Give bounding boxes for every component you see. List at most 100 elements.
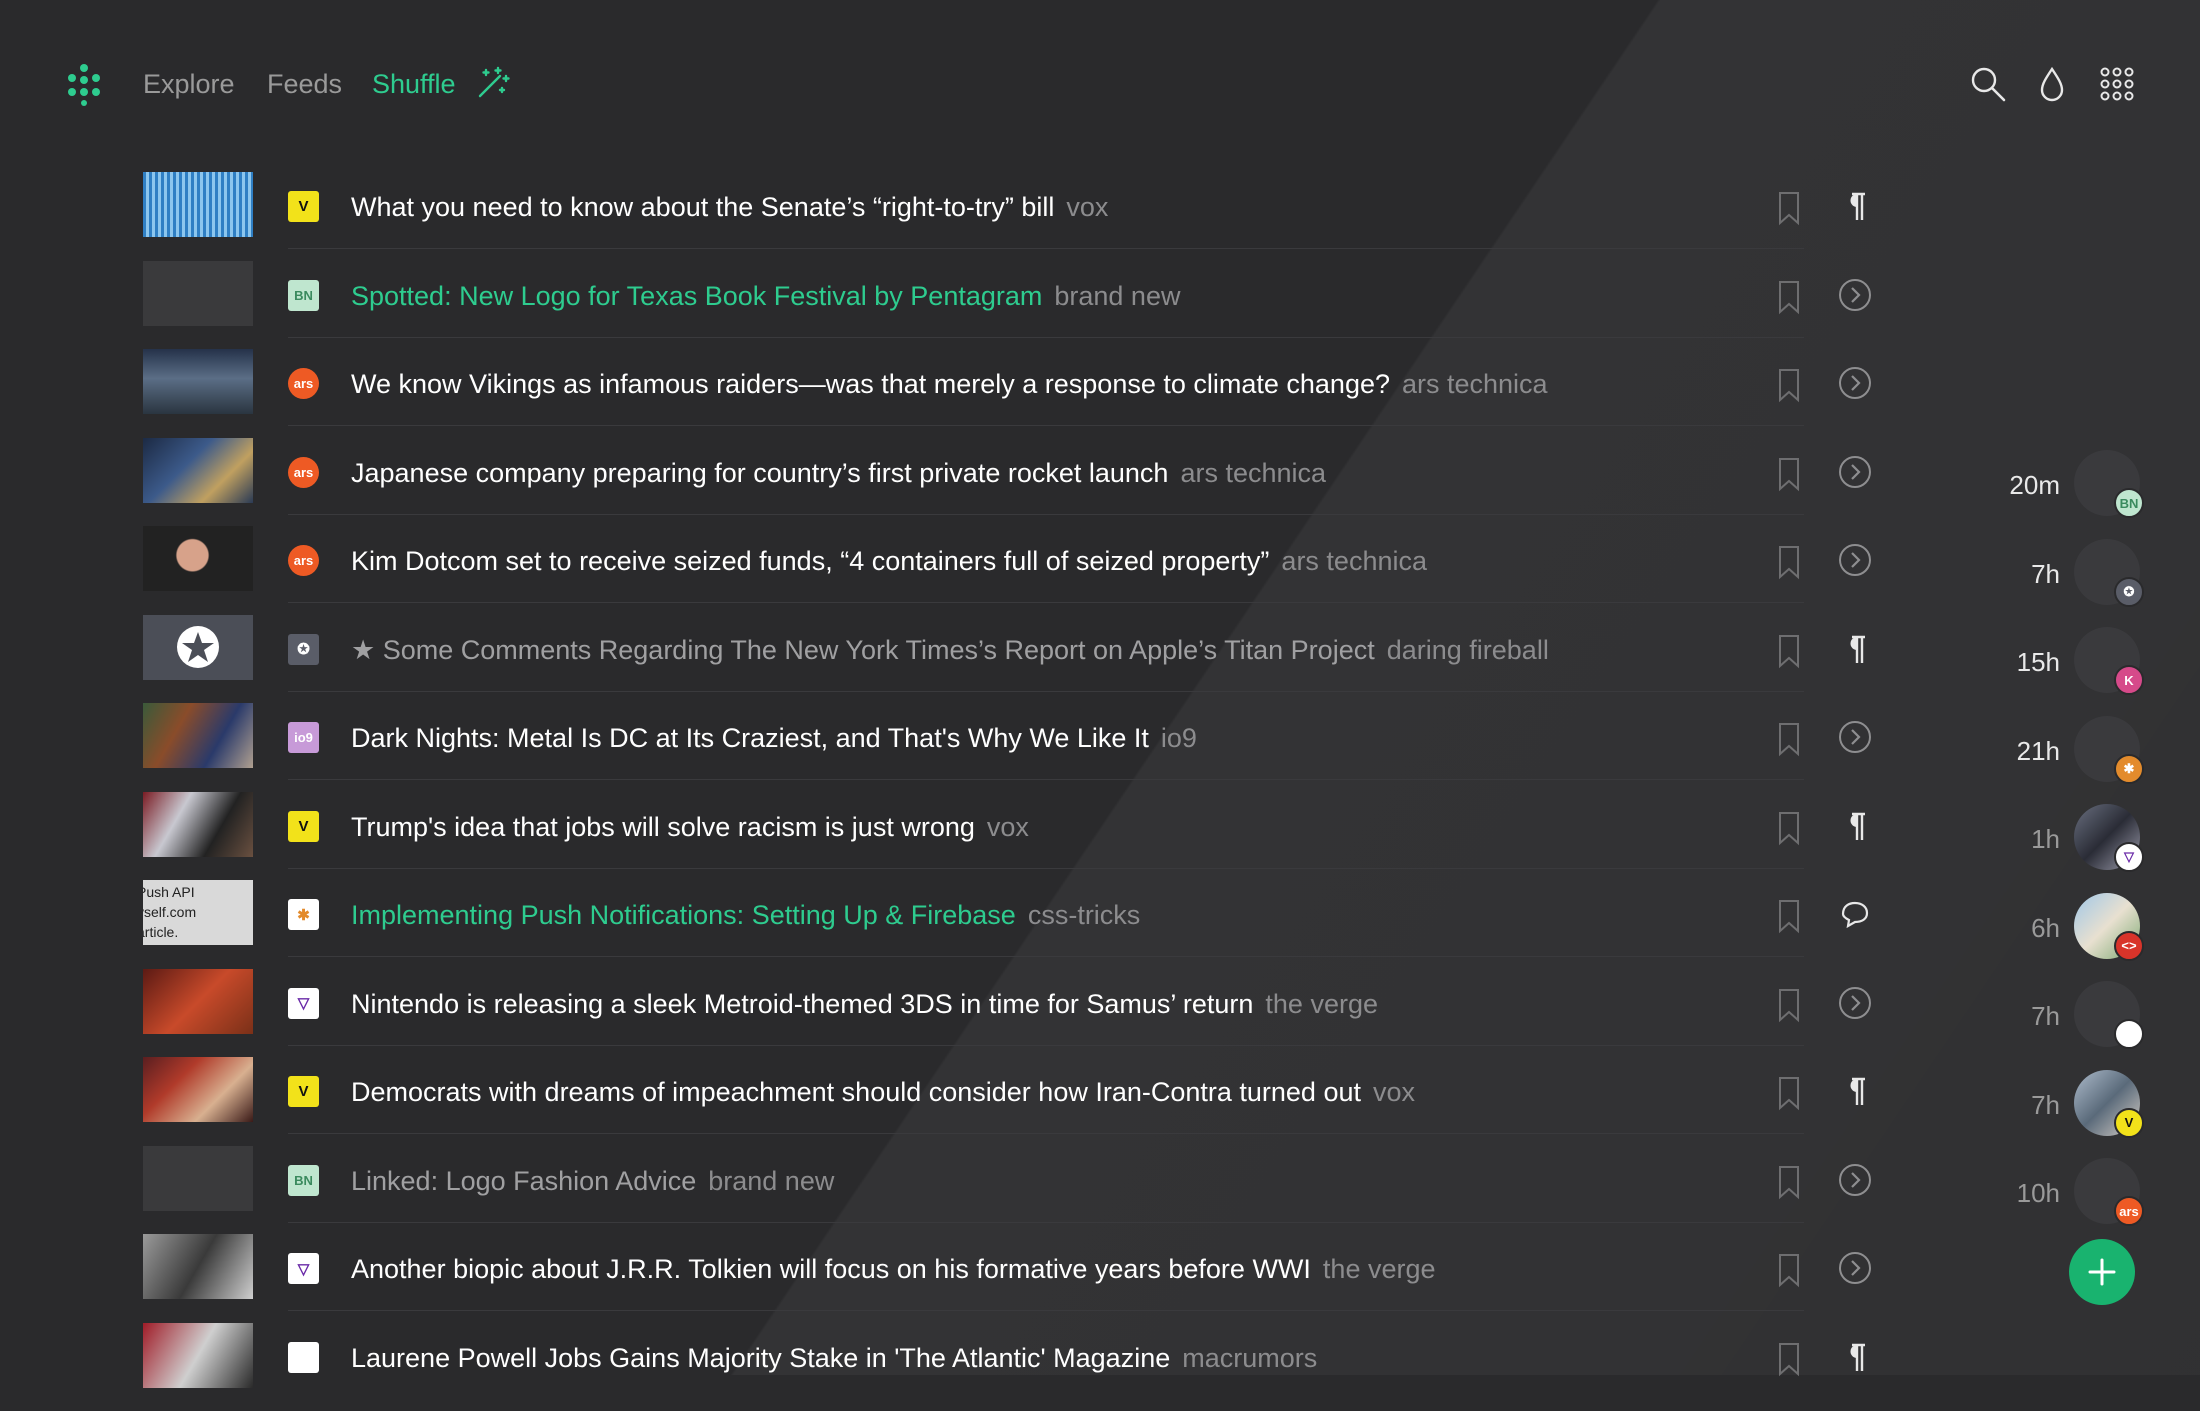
article-title[interactable]: ★ Some Comments Regarding The New York T… [351, 632, 1549, 668]
article-title[interactable]: Another biopic about J.R.R. Tolkien will… [351, 1251, 1436, 1287]
article-title[interactable]: Dark Nights: Metal Is DC at Its Craziest… [351, 720, 1197, 756]
article-thumbnail[interactable] [143, 1146, 253, 1211]
recent-item[interactable]: 21h✱ [1960, 716, 2140, 786]
article-title[interactable]: Laurene Powell Jobs Gains Majority Stake… [351, 1340, 1317, 1376]
arrow-circle-icon[interactable] [1837, 1162, 1873, 1198]
article-title[interactable]: Implementing Push Notifications: Setting… [351, 897, 1140, 933]
paragraph-icon[interactable] [1837, 1339, 1873, 1375]
article-title[interactable]: Japanese company preparing for country’s… [351, 455, 1326, 491]
source-badge: K [2114, 665, 2144, 695]
avatar[interactable]: V [2074, 1070, 2140, 1136]
recent-item[interactable]: 10hars [1960, 1158, 2140, 1228]
article-row[interactable]: arsJapanese company preparing for countr… [0, 438, 1900, 527]
bookmark-icon[interactable] [1776, 1252, 1802, 1288]
arrow-circle-icon[interactable] [1837, 277, 1873, 313]
bookmark-icon[interactable] [1776, 190, 1802, 226]
article-row[interactable]: ▽Nintendo is releasing a sleek Metroid-t… [0, 969, 1900, 1058]
avatar[interactable]: ✪ [2074, 539, 2140, 605]
avatar[interactable]: BN [2074, 450, 2140, 516]
search-icon[interactable] [1968, 64, 2008, 104]
article-row[interactable]: ▽Another biopic about J.R.R. Tolkien wil… [0, 1234, 1900, 1323]
article-title[interactable]: Democrats with dreams of impeachment sho… [351, 1074, 1415, 1110]
bookmark-icon[interactable] [1776, 544, 1802, 580]
recent-item[interactable]: 7h [1960, 981, 2140, 1051]
comments-icon[interactable] [1837, 896, 1873, 932]
article-row[interactable]: VDemocrats with dreams of impeachment sh… [0, 1057, 1900, 1146]
recent-item[interactable]: 7hV [1960, 1070, 2140, 1140]
article-title[interactable]: What you need to know about the Senate’s… [351, 189, 1108, 225]
article-thumbnail[interactable] [143, 1057, 253, 1122]
bookmark-icon[interactable] [1776, 1075, 1802, 1111]
avatar[interactable]: ▽ [2074, 804, 2140, 870]
article-row[interactable]: BNLinked: Logo Fashion Advicebrand new [0, 1146, 1900, 1235]
bookmark-icon[interactable] [1776, 456, 1802, 492]
source-icon: V [288, 811, 319, 842]
nav-shuffle[interactable]: Shuffle [372, 66, 456, 102]
article-row[interactable]: V Trump's idea that jobs will solve racis… [0, 792, 1900, 881]
recent-item[interactable]: 20mBN [1960, 450, 2140, 520]
avatar[interactable]: ars [2074, 1158, 2140, 1224]
paragraph-icon[interactable] [1837, 808, 1873, 844]
recent-item[interactable]: 1h▽ [1960, 804, 2140, 874]
article-thumbnail[interactable] [143, 349, 253, 414]
bookmark-icon[interactable] [1776, 810, 1802, 846]
article-title[interactable]: Trump's idea that jobs will solve racism… [351, 809, 1029, 845]
bookmark-icon[interactable] [1776, 1341, 1802, 1377]
arrow-circle-icon[interactable] [1837, 365, 1873, 401]
article-title[interactable]: Nintendo is releasing a sleek Metroid-th… [351, 986, 1378, 1022]
article-thumbnail[interactable] [143, 615, 253, 680]
article-row[interactable]: ✪★ Some Comments Regarding The New York … [0, 615, 1900, 704]
source-icon: BN [288, 280, 319, 311]
magic-wand-icon[interactable] [474, 64, 510, 100]
article-thumbnail[interactable]: Push APIyself.comarticle. [143, 880, 253, 945]
article-thumbnail[interactable] [143, 172, 253, 237]
avatar[interactable]: ✱ [2074, 716, 2140, 782]
bookmark-icon[interactable] [1776, 367, 1802, 403]
article-row[interactable]: arsKim Dotcom set to receive seized fund… [0, 526, 1900, 615]
article-thumbnail[interactable] [143, 438, 253, 503]
recent-item[interactable]: 6h<> [1960, 893, 2140, 963]
article-thumbnail[interactable] [143, 703, 253, 768]
paragraph-icon[interactable] [1837, 188, 1873, 224]
bookmark-icon[interactable] [1776, 721, 1802, 757]
avatar[interactable] [2074, 981, 2140, 1047]
article-title[interactable]: We know Vikings as infamous raiders—was … [351, 366, 1548, 402]
article-thumbnail[interactable] [143, 526, 253, 591]
nav-explore[interactable]: Explore [143, 66, 235, 102]
article-row[interactable]: io9Dark Nights: Metal Is DC at Its Crazi… [0, 703, 1900, 792]
recent-item[interactable]: 7h✪ [1960, 539, 2140, 609]
arrow-circle-icon[interactable] [1837, 454, 1873, 490]
article-row[interactable]: VWhat you need to know about the Senate’… [0, 172, 1900, 261]
article-row[interactable]: BN Spotted: New Logo for Texas Book Festi… [0, 261, 1900, 350]
apps-grid-icon[interactable] [2097, 64, 2137, 104]
article-row[interactable]: Laurene Powell Jobs Gains Majority Stake… [0, 1323, 1900, 1411]
bookmark-icon[interactable] [1776, 279, 1802, 315]
add-button[interactable] [2069, 1239, 2135, 1305]
bookmark-icon[interactable] [1776, 987, 1802, 1023]
article-thumbnail[interactable] [143, 261, 253, 326]
article-row[interactable]: Push APIyself.comarticle.✱Implementing P… [0, 880, 1900, 969]
article-thumbnail[interactable] [143, 792, 253, 857]
article-title[interactable]: Spotted: New Logo for Texas Book Festiva… [351, 278, 1180, 314]
article-thumbnail[interactable] [143, 1234, 253, 1299]
paragraph-icon[interactable] [1837, 1073, 1873, 1109]
nav-feeds[interactable]: Feeds [267, 66, 342, 102]
arrow-circle-icon[interactable] [1837, 542, 1873, 578]
paragraph-icon[interactable] [1837, 631, 1873, 667]
bookmark-icon[interactable] [1776, 898, 1802, 934]
drop-icon[interactable] [2032, 64, 2072, 104]
recent-item[interactable]: 15hK [1960, 627, 2140, 697]
bookmark-icon[interactable] [1776, 633, 1802, 669]
logo-dots-icon[interactable] [62, 62, 106, 106]
article-thumbnail[interactable] [143, 1323, 253, 1388]
article-title[interactable]: Linked: Logo Fashion Advicebrand new [351, 1163, 834, 1199]
avatar[interactable]: <> [2074, 893, 2140, 959]
arrow-circle-icon[interactable] [1837, 1250, 1873, 1286]
avatar[interactable]: K [2074, 627, 2140, 693]
bookmark-icon[interactable] [1776, 1164, 1802, 1200]
article-thumbnail[interactable] [143, 969, 253, 1034]
article-title[interactable]: Kim Dotcom set to receive seized funds, … [351, 543, 1427, 579]
arrow-circle-icon[interactable] [1837, 719, 1873, 755]
arrow-circle-icon[interactable] [1837, 985, 1873, 1021]
article-row[interactable]: arsWe know Vikings as infamous raiders—w… [0, 349, 1900, 438]
